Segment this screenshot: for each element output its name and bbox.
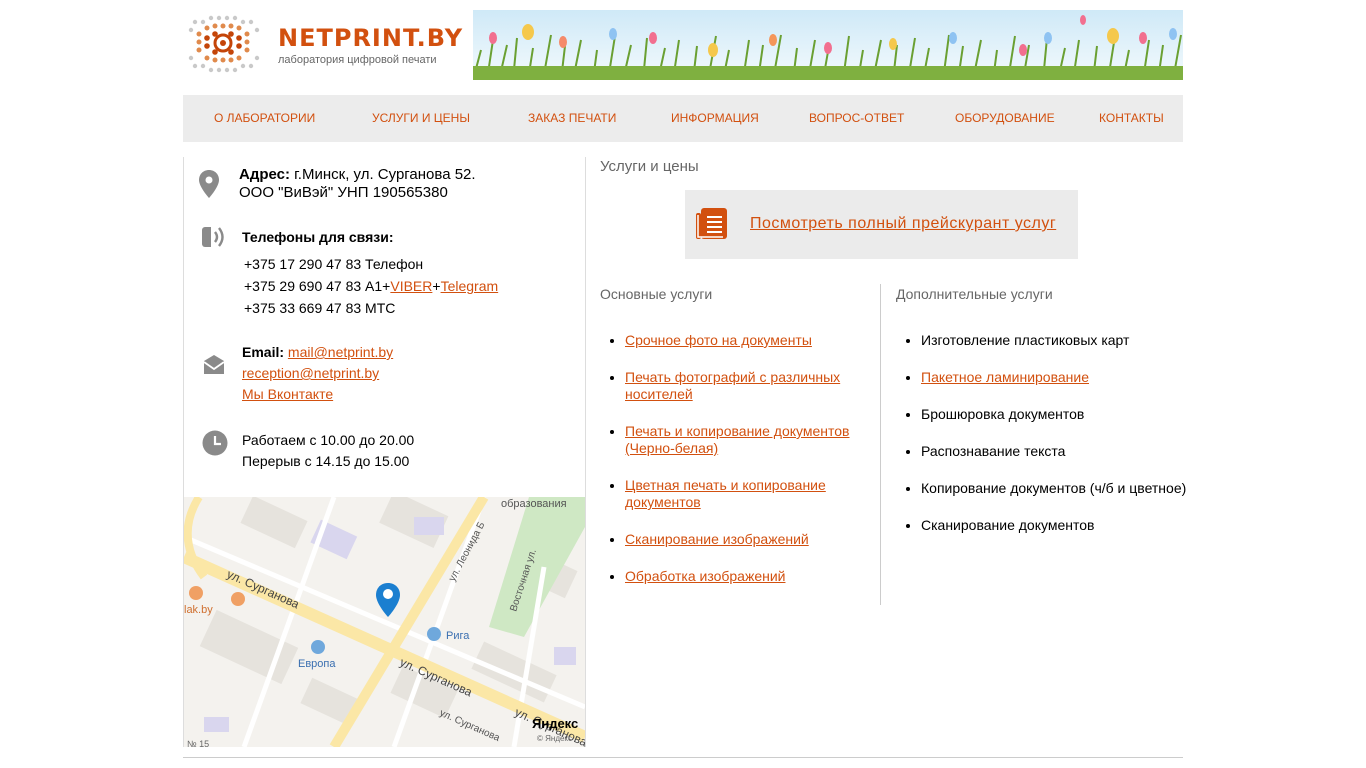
service-plastic-cards: Изготовление пластиковых карт [921,332,1130,348]
hours-break: Перерыв с 14.15 до 15.00 [242,453,410,469]
service-binding: Брошюровка документов [921,406,1085,422]
vk-line: Мы Вконтакте [242,384,333,405]
nav-item-equipment[interactable]: ОБОРУДОВАНИЕ [955,111,1055,125]
nav-item-faq[interactable]: ВОПРОС-ОТВЕТ [809,111,904,125]
nav-item-contacts[interactable]: КОНТАКТЫ [1099,111,1164,125]
service-link-bw-print[interactable]: Печать и копирование документов (Черно-б… [625,423,850,456]
service-link-scan-images[interactable]: Сканирование изображений [625,531,809,547]
document-list-icon [696,208,727,239]
list-item: Изготовление пластиковых карт [921,332,1208,349]
phone-landline: +375 17 290 47 83 Телефон [244,256,424,272]
email-line: Email: mail@netprint.by [242,342,393,363]
yandex-map[interactable]: ул. Сурганова ул. Сурганова ул. Сурганов… [184,497,585,747]
logo-title: NETPRINT.BY [278,24,464,52]
nav-item-order[interactable]: ЗАКАЗ ПЕЧАТИ [528,111,616,125]
email-reception-line: reception@netprint.by [242,363,379,384]
service-link-image-processing[interactable]: Обработка изображений [625,568,785,584]
service-link-photo-docs[interactable]: Срочное фото на документы [625,332,812,348]
phone-a1: +375 29 690 47 83 А1+VIBER+Telegram [244,276,498,297]
company-info: ООО "ВиВэй" УНП 190565380 [239,184,448,201]
logo-dots-icon [188,15,260,73]
map-poi-lak: lak.by [184,604,213,616]
footer-divider [183,757,1183,758]
list-item: Распознавание текста [921,443,1208,460]
service-scan-docs: Сканирование документов [921,517,1095,533]
service-link-color-print[interactable]: Цветная печать и копирование документов [625,477,826,510]
map-poi-riga: Рига [446,630,470,642]
header-banner-image [473,10,1183,80]
list-item: Сканирование изображений [625,531,865,548]
logo-subtitle: лаборатория цифровой печати [278,54,437,66]
price-list-link[interactable]: Посмотреть полный прейскурант услуг [750,215,1056,233]
page: NETPRINT.BY лаборатория цифровой печати [183,0,1186,768]
telegram-link[interactable]: Telegram [441,278,499,294]
phone-plus: + [432,278,441,294]
map-pin-icon [199,170,219,198]
basic-services-title: Основные услуги [600,286,713,302]
phone-icon [202,227,224,247]
email-reception-link[interactable]: reception@netprint.by [242,365,379,381]
list-item: Печать фотографий с различных носителей [625,369,865,403]
list-item: Обработка изображений [625,568,865,585]
list-item: Брошюровка документов [921,406,1208,423]
phone-a1-number: +375 29 690 47 83 А1+ [244,278,391,294]
service-link-photo-print[interactable]: Печать фотографий с различных носителей [625,369,840,402]
extra-services-title: Дополнительные услуги [896,286,1053,302]
map-yandex-logo: Яндекс [532,716,578,731]
clock-icon [202,430,228,456]
basic-services-list: Срочное фото на документы Печать фотогра… [600,332,865,605]
vk-link[interactable]: Мы Вконтакте [242,386,333,402]
list-item: Срочное фото на документы [625,332,865,349]
list-item: Копирование документов (ч/б и цветное) [921,480,1208,497]
price-list-box[interactable]: Посмотреть полный прейскурант услуг [685,190,1078,259]
list-item: Печать и копирование документов (Черно-б… [625,423,865,457]
list-item: Пакетное ламинирование [921,369,1208,386]
address-block: Адрес: г.Минск, ул. Сурганова 52. ООО "В… [239,166,476,202]
column-divider [880,284,881,605]
phones-label: Телефоны для связи: [242,229,394,245]
viber-link[interactable]: VIBER [390,278,432,294]
mail-icon [203,355,225,374]
phone-mts: +375 33 669 47 83 МТС [244,300,396,316]
map-copyright: © Яндекс [537,734,572,743]
main-nav: О ЛАБОРАТОРИИ УСЛУГИ И ЦЕНЫ ЗАКАЗ ПЕЧАТИ… [183,95,1183,142]
list-item: Цветная печать и копирование документов [625,477,865,511]
list-item: Сканирование документов [921,517,1208,534]
address-label: Адрес: [239,166,290,183]
nav-item-about[interactable]: О ЛАБОРАТОРИИ [214,111,315,125]
email-main-link[interactable]: mail@netprint.by [288,344,393,360]
map-number: № 15 [187,739,209,747]
email-label: Email: [242,344,285,360]
service-ocr: Распознавание текста [921,443,1066,459]
hours-open: Работаем с 10.00 до 20.00 [242,432,415,448]
map-canvas: ул. Сурганова ул. Сурганова ул. Сурганов… [184,497,585,747]
map-label-obrazovaniya: образования [501,498,567,510]
service-copying: Копирование документов (ч/б и цветное) [921,480,1187,496]
section-title: Услуги и цены [600,158,699,175]
extra-services-list: Изготовление пластиковых карт Пакетное л… [896,332,1208,554]
address-value: г.Минск, ул. Сурганова 52. [290,166,476,183]
service-link-lamination[interactable]: Пакетное ламинирование [921,369,1089,385]
nav-item-services[interactable]: УСЛУГИ И ЦЕНЫ [372,111,470,125]
map-poi-evropa: Европа [298,658,336,670]
contacts-column: Адрес: г.Минск, ул. Сурганова 52. ООО "В… [183,157,586,747]
nav-item-info[interactable]: ИНФОРМАЦИЯ [671,111,759,125]
site-logo[interactable]: NETPRINT.BY лаборатория цифровой печати [187,12,462,76]
